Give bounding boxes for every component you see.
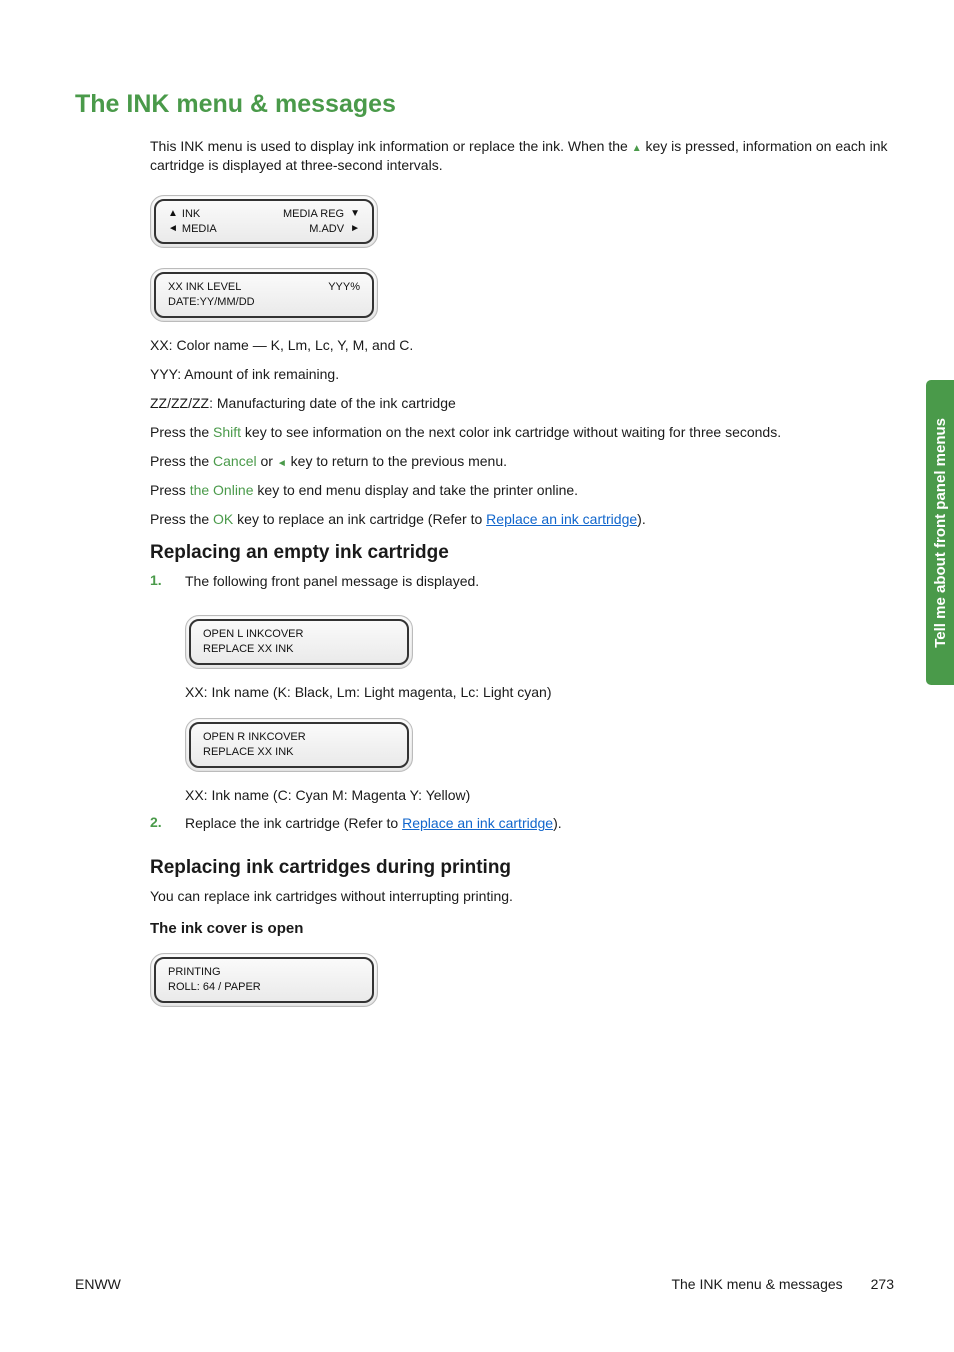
footer-section: The INK menu & messages — [671, 1276, 842, 1292]
page-heading: The INK menu & messages — [75, 90, 894, 119]
footer-page-number: 273 — [871, 1276, 894, 1292]
lcd-text: MEDIA REG — [283, 207, 344, 222]
ink-name-note-1: XX: Ink name (K: Black, Lm: Light magent… — [185, 683, 894, 702]
lcd-panel-open-r: OPEN R INKCOVER REPLACE XX INK — [185, 718, 413, 772]
lcd-panel-inklevel: XX INK LEVEL YYY% DATE:YY/MM/DD — [150, 268, 378, 322]
step-number: 1. — [150, 572, 185, 601]
lcd-panel-open-l: OPEN L INKCOVER REPLACE XX INK — [185, 615, 413, 669]
replace-ink-link[interactable]: Replace an ink cartridge — [486, 511, 637, 527]
lcd-text: XX INK LEVEL — [168, 280, 241, 295]
press-ok-line: Press the OK key to replace an ink cartr… — [150, 510, 894, 529]
lcd-panel-printing: PRINTING ROLL: 64 / PAPER — [150, 953, 378, 1007]
lcd-text: OPEN R INKCOVER — [203, 730, 395, 745]
side-tab: Tell me about front panel menus — [926, 380, 954, 685]
lcd-text: REPLACE XX INK — [203, 745, 395, 760]
side-tab-label: Tell me about front panel menus — [932, 418, 949, 648]
footer-left: ENWW — [75, 1276, 121, 1292]
down-arrow-icon: ▼ — [350, 209, 360, 219]
definition-zz: ZZ/ZZ/ZZ: Manufacturing date of the ink … — [150, 394, 894, 413]
lcd-text: REPLACE XX INK — [203, 642, 395, 657]
lcd-text: MEDIA — [182, 222, 217, 237]
lcd-panel-menu: ▲ INK MEDIA REG ▼ ◄ MEDIA M.ADV ► — [150, 195, 378, 249]
ok-key-label: OK — [213, 511, 233, 527]
press-cancel-line: Press the Cancel or ◄ key to return to t… — [150, 452, 894, 471]
up-arrow-icon: ▲ — [168, 209, 178, 219]
cancel-key-label: Cancel — [213, 453, 257, 469]
lcd-text: INK — [182, 207, 200, 222]
up-triangle-icon: ▲ — [632, 143, 642, 154]
press-shift-line: Press the Shift key to see information o… — [150, 423, 894, 442]
intro-paragraph: This INK menu is used to display ink inf… — [150, 137, 894, 175]
lcd-text: OPEN L INKCOVER — [203, 627, 395, 642]
lcd-text: DATE:YY/MM/DD — [168, 295, 255, 310]
page-footer: ENWW The INK menu & messages 273 — [75, 1276, 894, 1292]
definition-xx: XX: Color name — K, Lm, Lc, Y, M, and C. — [150, 336, 894, 355]
step-number: 2. — [150, 814, 185, 843]
lcd-text: YYY% — [328, 280, 360, 295]
step-text: Replace the ink cartridge (Refer to Repl… — [185, 814, 894, 833]
right-arrow-icon: ► — [350, 224, 360, 234]
subheading-empty-cartridge: Replacing an empty ink cartridge — [150, 542, 894, 564]
definition-yyy: YYY: Amount of ink remaining. — [150, 365, 894, 384]
lcd-text: PRINTING — [168, 965, 360, 980]
ink-name-note-2: XX: Ink name (C: Cyan M: Magenta Y: Yell… — [185, 786, 894, 805]
during-printing-text: You can replace ink cartridges without i… — [150, 887, 894, 906]
lcd-text: M.ADV — [309, 222, 344, 237]
step-2: 2. Replace the ink cartridge (Refer to R… — [150, 814, 894, 843]
lcd-text: ROLL: 64 / PAPER — [168, 980, 360, 995]
press-online-line: Press the Online key to end menu display… — [150, 481, 894, 500]
step-text: The following front panel message is dis… — [185, 572, 894, 591]
subheading-during-printing: Replacing ink cartridges during printing — [150, 857, 894, 879]
subheading-cover-open: The ink cover is open — [150, 920, 894, 937]
left-arrow-icon: ◄ — [277, 458, 287, 469]
step-1: 1. The following front panel message is … — [150, 572, 894, 601]
online-key-label: the Online — [190, 482, 254, 498]
replace-ink-link[interactable]: Replace an ink cartridge — [402, 815, 553, 831]
shift-key-label: Shift — [213, 424, 241, 440]
left-arrow-icon: ◄ — [168, 224, 178, 234]
